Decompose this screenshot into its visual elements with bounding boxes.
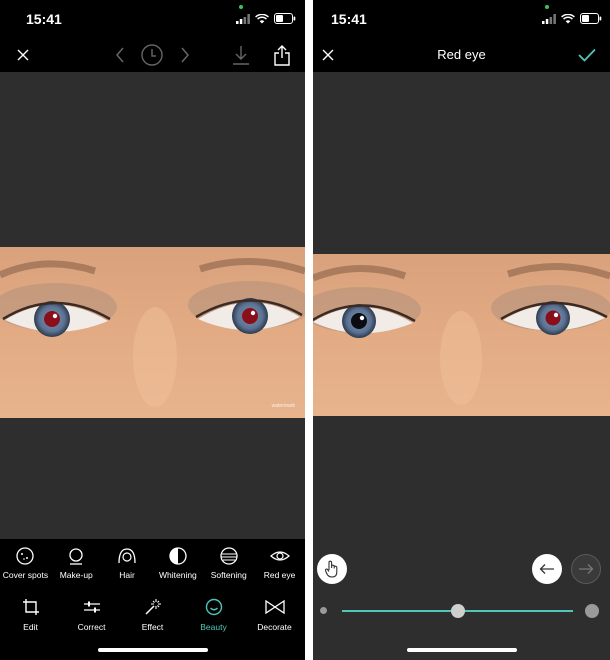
face-photo-preview[interactable] [313,254,610,416]
screen-title: Red eye [437,47,486,62]
tab-label: Correct [77,622,106,632]
tool-label: Whitening [158,570,197,580]
signal-icon [542,13,556,24]
large-brush-dot [585,604,599,618]
small-brush-dot [320,607,327,614]
red-eye-icon [269,551,290,561]
signal-icon [236,13,250,24]
slider-knob[interactable] [450,604,465,618]
tab-label: Effect [141,622,164,632]
magic-wand-icon [144,599,161,615]
whitening-icon [169,547,187,565]
red-eye-toolbar: Red eye [313,38,610,72]
undo-arrow-icon[interactable] [107,42,133,68]
tool-label: Softening [210,570,247,580]
softening-icon [220,547,238,565]
beauty-tools-bar: Cover spots Make-up Hair Whitening Softe… [0,539,305,590]
hand-icon [324,560,338,578]
tool-cover-spots[interactable]: Cover spots [0,539,51,590]
editor-toolbar [0,38,305,72]
tool-hair[interactable]: Hair [102,539,153,590]
status-bar: 15:41 [0,0,305,38]
tab-edit[interactable]: Edit [1,590,61,660]
redo-button[interactable] [571,554,601,584]
tab-label: Edit [23,622,38,632]
checkmark-icon[interactable] [574,42,600,68]
home-indicator [97,648,208,652]
hair-icon [118,548,136,564]
home-indicator [406,648,517,652]
wifi-icon [255,13,269,23]
tool-red-eye[interactable]: Red eye [254,539,305,590]
tool-label: Red eye [263,570,296,580]
brush-size-slider[interactable] [313,600,610,622]
crop-icon [22,599,39,615]
tab-label: Beauty [200,622,227,632]
status-icons [236,13,296,24]
bowtie-icon [264,599,285,615]
makeup-icon [69,548,83,565]
status-time: 15:41 [331,11,367,27]
sliders-icon [83,601,100,613]
close-icon[interactable] [10,42,36,68]
share-icon[interactable] [269,42,295,68]
face-photo[interactable]: watermark [0,247,305,418]
tab-decorate[interactable]: Decorate [245,590,305,660]
tool-label: Cover spots [2,570,49,580]
history-icon[interactable] [139,42,165,68]
undo-left-arrow-icon [539,564,554,574]
tool-whitening[interactable]: Whitening [152,539,203,590]
camera-indicator-dot [545,5,549,9]
status-icons [542,13,602,24]
tab-label: Decorate [257,622,292,632]
battery-icon [274,13,296,24]
cover-spots-icon [16,547,35,565]
battery-icon [580,13,602,24]
right-phone-screen: 15:41 Red eye [313,0,610,660]
tool-label: Hair [119,570,135,580]
tool-make-up[interactable]: Make-up [51,539,102,590]
photo-watermark: watermark [271,403,295,409]
camera-indicator-dot [239,5,243,9]
download-icon[interactable] [228,42,254,68]
left-phone-screen: 15:41 watermark Cover spots Make-up Hair… [0,0,305,660]
redo-arrow-icon[interactable] [172,42,198,68]
redo-right-arrow-icon [579,564,594,574]
hand-button[interactable] [317,554,347,584]
undo-button[interactable] [532,554,562,584]
status-bar: 15:41 [313,0,610,38]
tool-label: Make-up [59,570,93,580]
smiley-icon [205,598,222,616]
wifi-icon [561,13,575,23]
tool-softening[interactable]: Softening [203,539,254,590]
status-time: 15:41 [26,11,62,27]
